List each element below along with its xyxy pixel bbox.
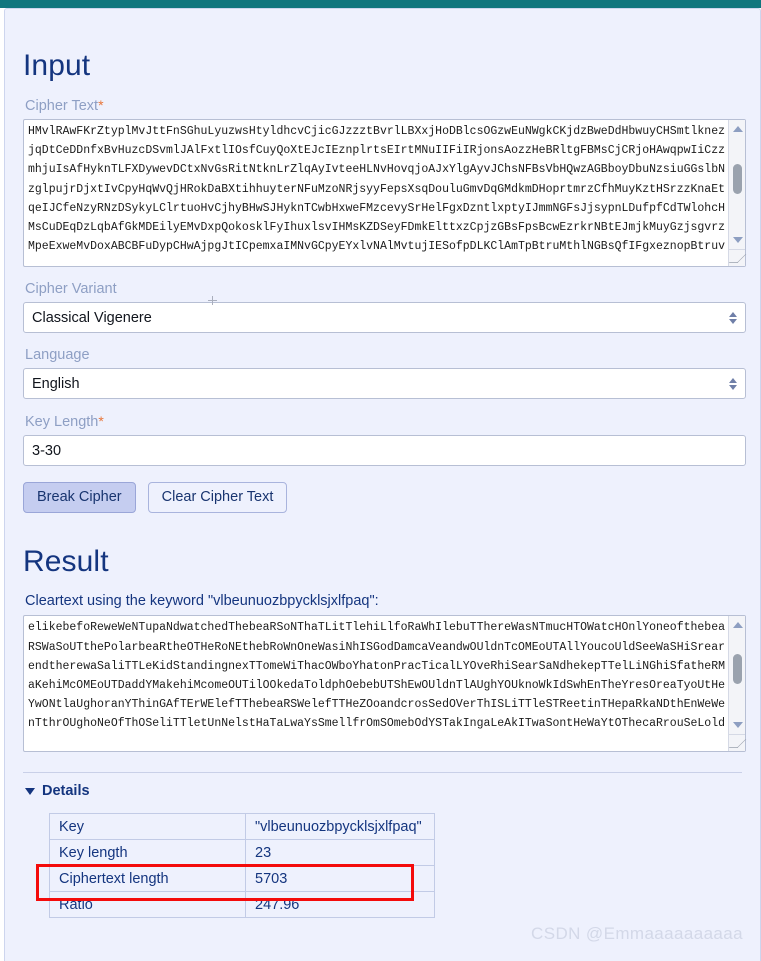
cleartext-area-wrap: elikebefoReweWeNTupaNdwatchedThebeaRSoNT… [23,615,746,753]
table-row: Ratio 247.96 [49,891,435,919]
details-divider [23,772,742,774]
detail-ratio-value: 247.96 [245,891,435,919]
app-root: Input Cipher Text* HMvlRAwFKrZtyplMvJttF… [0,0,761,961]
action-button-row: Break Cipher Clear Cipher Text [23,482,742,514]
detail-key-value: "vlbeunuozbpycklsjxlfpaq" [245,813,435,841]
input-section-title: Input [23,49,91,82]
cipher-text-required-mark: * [98,97,104,113]
detail-key-name: Key [49,813,246,841]
cleartext-output[interactable]: elikebefoReweWeNTupaNdwatchedThebeaRSoNT… [23,615,746,753]
watermark-text: CSDN @Emmaaaaaaaaaa [531,924,743,943]
cipher-text-label: Cipher Text* [25,97,742,114]
table-row: Ciphertext length 5703 [49,865,435,893]
chevron-down-icon [25,787,35,795]
top-accent-bar [0,0,761,8]
language-select[interactable]: English [23,368,746,399]
details-table-body: Key "vlbeunuozbpycklsjxlfpaq" Key length… [49,813,435,919]
table-row: Key "vlbeunuozbpycklsjxlfpaq" [49,813,435,841]
details-toggle[interactable]: Details [25,783,742,799]
detail-keylength-value: 23 [245,839,435,867]
key-length-input[interactable] [23,435,746,466]
break-cipher-button[interactable]: Break Cipher [23,482,136,514]
result-section-title: Result [23,545,109,579]
cipher-variant-label: Cipher Variant [25,281,117,297]
key-length-label: Key Length* [25,413,742,430]
cipher-text-input[interactable]: HMvlRAwFKrZtyplMvJttFnSGhuLyuzwsHtyldhcv… [23,119,746,267]
table-row: Key length 23 [49,839,435,867]
key-length-label-text: Key Length [25,414,99,430]
details-table: Key "vlbeunuozbpycklsjxlfpaq" Key length… [49,813,435,919]
result-caption: Cleartext using the keyword "vlbeunuozbp… [25,593,379,610]
details-label: Details [42,783,90,800]
page-panel: Input Cipher Text* HMvlRAwFKrZtyplMvJttF… [4,8,761,961]
cipher-text-area-wrap: HMvlRAwFKrZtyplMvJttFnSGhuLyuzwsHtyldhcv… [23,119,746,267]
detail-ratio-name: Ratio [49,891,246,919]
detail-ciphertextlength-name: Ciphertext length [49,865,246,893]
key-length-required-mark: * [98,413,104,429]
clear-cipher-text-button[interactable]: Clear Cipher Text [147,482,288,514]
cipher-text-label-text: Cipher Text [25,98,99,114]
language-label: Language [25,347,90,363]
cipher-variant-select-wrap: Classical Vigenere [23,302,746,333]
detail-keylength-name: Key length [49,839,246,867]
language-select-wrap: English [23,368,746,399]
cipher-variant-select[interactable]: Classical Vigenere [23,302,746,333]
detail-ciphertextlength-value: 5703 [245,865,435,893]
